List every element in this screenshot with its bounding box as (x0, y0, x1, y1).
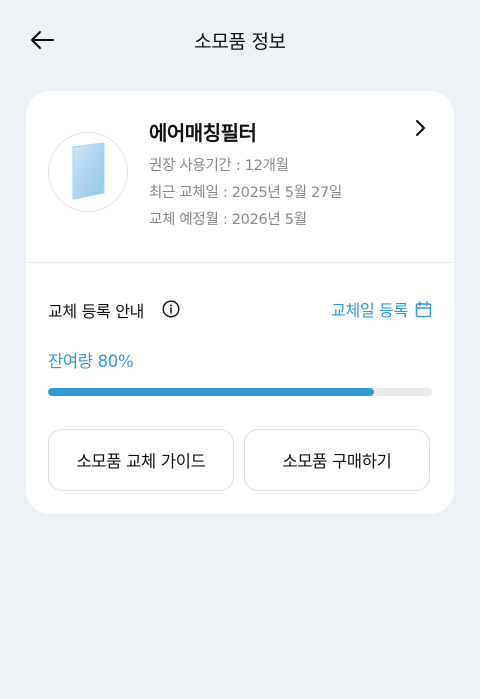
purchase-consumable-button[interactable]: 소모품 구매하기 (244, 429, 430, 491)
chevron-right-icon (416, 120, 425, 136)
info-icon[interactable] (162, 300, 180, 318)
replacement-row: 교체 등록 안내 교체일 등록 (48, 298, 432, 322)
consumable-card: 에어매칭필터 권장 사용기간 : 12개월 최근 교체일 : 2025년 5월 … (26, 91, 454, 514)
filter-image-icon (72, 142, 105, 200)
calendar-icon (415, 300, 432, 317)
replacement-guide-label: 교체 등록 안내 (48, 302, 145, 321)
header: 소모품 정보 (0, 0, 480, 80)
filter-thumbnail (48, 132, 128, 212)
product-name: 에어매칭필터 (149, 121, 257, 145)
next-replacement-month: 교체 예정월 : 2026년 5월 (149, 212, 307, 228)
page-title: 소모품 정보 (194, 31, 286, 53)
recommended-period: 권장 사용기간 : 12개월 (149, 158, 289, 174)
remaining-amount: 잔여량 80% (48, 352, 134, 371)
remaining-progress-fill (48, 388, 375, 396)
product-summary[interactable]: 에어매칭필터 권장 사용기간 : 12개월 최근 교체일 : 2025년 5월 … (26, 91, 454, 261)
replacement-guide-button[interactable]: 소모품 교체 가이드 (48, 429, 234, 491)
remaining-progress-bar (48, 388, 432, 396)
last-replaced-date: 최근 교체일 : 2025년 5월 27일 (149, 185, 342, 201)
register-replacement-label: 교체일 등록 (331, 301, 408, 320)
register-replacement-button[interactable]: 교체일 등록 (331, 298, 432, 320)
divider (26, 262, 454, 263)
